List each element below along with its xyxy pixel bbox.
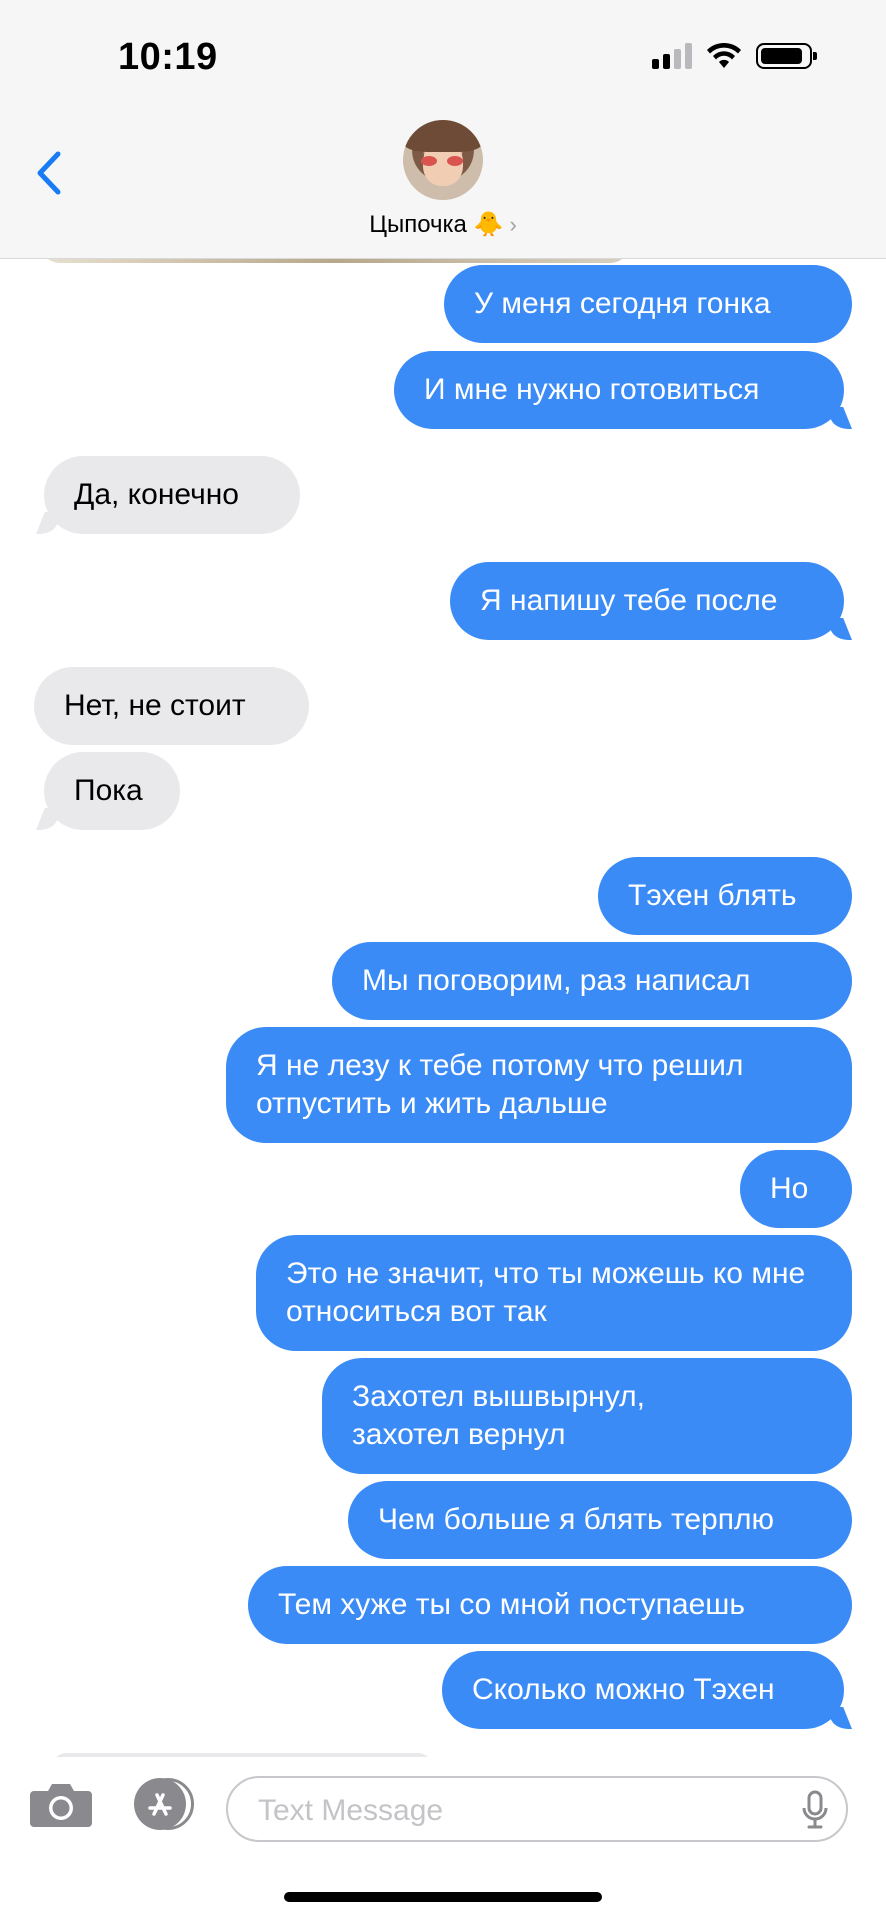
signal-icon: [652, 43, 692, 69]
battery-icon: [756, 43, 817, 69]
message-bubble-sent[interactable]: Тэхен блять: [598, 857, 852, 935]
contact-name: Цыпочка 🐥: [369, 211, 504, 238]
input-bar: [0, 1757, 886, 1920]
message-thread[interactable]: У меня сегодня гонка И мне нужно готовит…: [0, 259, 886, 1757]
contact-avatar[interactable]: [403, 120, 483, 200]
status-time: 10:19: [118, 36, 218, 78]
status-icons: [652, 42, 817, 70]
status-bar: 10:19: [0, 0, 886, 110]
wifi-icon: [707, 42, 741, 68]
message-bubble-sent[interactable]: У меня сегодня гонка: [444, 265, 852, 343]
chevron-right-icon: ›: [509, 212, 517, 237]
message-bubble-sent[interactable]: И мне нужно готовиться: [394, 351, 844, 429]
contact-name-row[interactable]: Цыпочка 🐥 ›: [0, 210, 886, 239]
message-bubble-sent[interactable]: Но: [740, 1150, 852, 1228]
microphone-icon[interactable]: [802, 1790, 828, 1830]
message-bubble-sent[interactable]: Захотел вышвырнул, захотел вернул: [322, 1358, 852, 1474]
camera-icon[interactable]: [30, 1781, 92, 1827]
message-bubble-received[interactable]: Пока: [44, 752, 180, 830]
home-indicator[interactable]: [284, 1892, 602, 1902]
message-bubble-sent[interactable]: Мы поговорим, раз написал: [332, 942, 852, 1020]
message-bubble-sent[interactable]: Я напишу тебе после: [450, 562, 844, 640]
message-bubble-sent[interactable]: Тем хуже ты со мной поступаешь: [248, 1566, 852, 1644]
back-chevron-icon[interactable]: [30, 148, 70, 198]
message-input[interactable]: [256, 1788, 760, 1834]
message-bubble-received[interactable]: Да, конечно: [44, 456, 300, 534]
message-bubble-sent[interactable]: Я не лезу к тебе потому что решил отпуст…: [226, 1027, 852, 1143]
message-bubble-received[interactable]: Нет, не стоит: [34, 667, 309, 745]
message-bubble-sent[interactable]: Сколько можно Тэхен: [442, 1651, 844, 1729]
message-bubble-sent[interactable]: Это не значит, что ты можешь ко мне отно…: [256, 1235, 852, 1351]
message-bubble-sent[interactable]: Чем больше я блять терплю: [348, 1481, 852, 1559]
app-store-icon[interactable]: [134, 1778, 186, 1830]
previous-attachment-edge: [40, 259, 630, 263]
message-input-field[interactable]: [226, 1776, 848, 1842]
